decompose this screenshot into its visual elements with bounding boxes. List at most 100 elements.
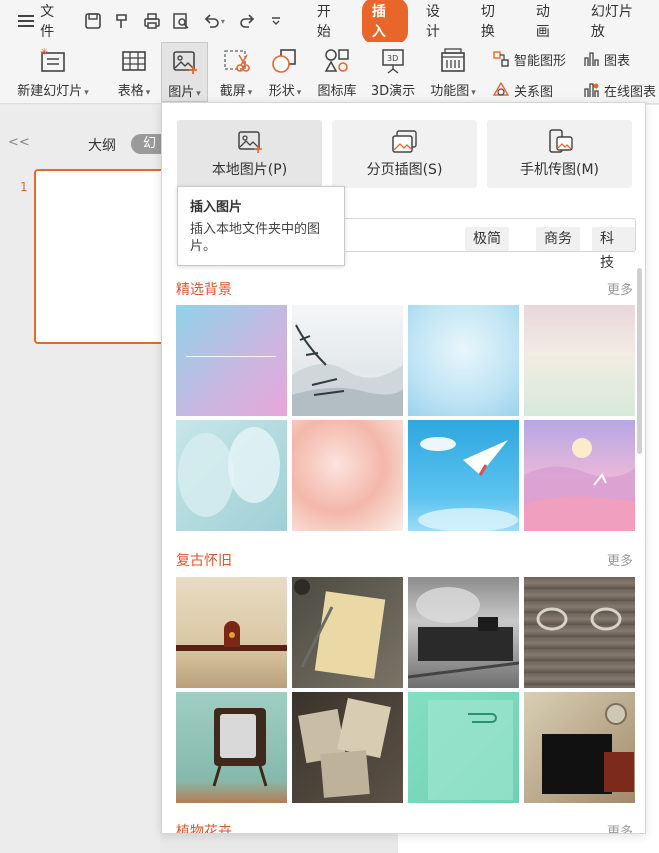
menu-bar: 文件 ▾ 开始 插入 设计 切换 动画 幻灯片放 xyxy=(0,0,659,44)
tab-transitions[interactable]: 切换 xyxy=(467,0,522,42)
slide-pane: << 大纲 幻 1 xyxy=(0,105,174,853)
online-chart-icon xyxy=(582,81,600,99)
picture-thumbnail[interactable] xyxy=(524,420,635,531)
tag-business[interactable]: 商务 xyxy=(536,227,580,251)
table-button[interactable]: 表格 xyxy=(112,42,156,102)
tab-insert[interactable]: 插入 xyxy=(361,0,408,44)
tab-design[interactable]: 设计 xyxy=(412,0,467,42)
picture-icon xyxy=(170,47,200,77)
format-painter-icon[interactable] xyxy=(112,10,133,32)
relation-chart-icon xyxy=(492,81,510,99)
icon-library-button[interactable]: 图标库 xyxy=(313,42,361,102)
customize-dropdown-icon[interactable] xyxy=(266,10,287,32)
tooltip-title: 插入图片 xyxy=(190,200,243,215)
online-chart-label: 在线图表 xyxy=(604,84,657,100)
ribbon-toolbar: ✳ 新建幻灯片 表格 图片 截屏 形状 图标库 3D 3D演 xyxy=(0,42,659,104)
tooltip-description: 插入本地文件夹中的图片。 xyxy=(190,222,321,254)
svg-text:✳: ✳ xyxy=(40,48,48,58)
picture-thumbnail[interactable] xyxy=(408,420,519,531)
local-picture-icon xyxy=(236,129,264,155)
slide-number: 1 xyxy=(20,180,28,194)
table-icon xyxy=(119,46,149,76)
paged-illustration-label: 分页插图(S) xyxy=(366,162,443,178)
shapes-icon xyxy=(270,46,300,76)
picture-label: 图片 xyxy=(168,81,201,100)
3d-presentation-icon: 3D xyxy=(378,46,408,76)
picture-thumbnail[interactable] xyxy=(524,577,635,688)
screenshot-button[interactable]: 截屏 xyxy=(213,42,259,102)
picture-thumbnail[interactable] xyxy=(408,577,519,688)
collapse-pane-icon[interactable]: << xyxy=(8,135,30,150)
shape-label: 形状 xyxy=(269,80,302,99)
function-chart-icon xyxy=(438,46,468,76)
bar-chart-icon xyxy=(582,50,600,68)
file-menu-label: 文件 xyxy=(40,4,55,40)
icon-library-icon xyxy=(322,46,352,76)
chart-label: 图表 xyxy=(604,53,631,69)
paged-illustration-button[interactable]: 分页插图(S) xyxy=(332,120,477,188)
screenshot-label: 截屏 xyxy=(220,80,253,99)
tab-home[interactable]: 开始 xyxy=(303,0,358,42)
picture-thumbnail[interactable] xyxy=(524,305,635,416)
icon-library-label: 图标库 xyxy=(317,84,357,99)
section-title-featured: 精选背景 xyxy=(176,282,232,298)
function-chart-label: 功能图 xyxy=(430,80,476,99)
more-link-plants[interactable]: 更多 xyxy=(607,821,633,833)
picture-thumbnail[interactable] xyxy=(292,305,403,416)
picture-thumbnail[interactable] xyxy=(524,692,635,803)
tab-insert-wrap: 插入 xyxy=(358,0,412,44)
function-chart-button[interactable]: 功能图 xyxy=(426,42,480,102)
tab-slideshow[interactable]: 幻灯片放 xyxy=(577,0,659,42)
redo-icon[interactable] xyxy=(236,10,257,32)
online-chart-button[interactable]: 在线图表 xyxy=(582,79,656,101)
scissors-icon xyxy=(221,46,251,76)
tab-outline[interactable]: 大纲 xyxy=(88,135,116,155)
file-menu[interactable]: 文件 xyxy=(0,0,67,42)
shape-button[interactable]: 形状 xyxy=(263,42,307,102)
picture-thumbnail[interactable] xyxy=(176,420,287,531)
picture-thumbnail[interactable] xyxy=(176,305,287,416)
local-picture-label: 本地图片(P) xyxy=(211,162,288,178)
picture-button[interactable]: 图片 xyxy=(161,42,208,102)
new-slide-button[interactable]: ✳ 新建幻灯片 xyxy=(10,42,96,102)
3d-demo-button[interactable]: 3D 3D演示 xyxy=(367,42,419,102)
section-title-retro: 复古怀旧 xyxy=(176,553,232,569)
new-slide-label: 新建幻灯片 xyxy=(17,80,89,99)
3d-demo-label: 3D演示 xyxy=(370,84,416,99)
tab-animation[interactable]: 动画 xyxy=(522,0,577,42)
picture-thumbnail[interactable] xyxy=(176,577,287,688)
relation-chart-label: 关系图 xyxy=(514,84,554,100)
dropdown-scrollbar[interactable] xyxy=(637,268,642,454)
undo-icon[interactable]: ▾ xyxy=(199,10,228,32)
local-picture-button[interactable]: 本地图片(P) xyxy=(177,120,322,188)
tab-slides[interactable]: 幻 xyxy=(131,134,161,154)
phone-upload-label: 手机传图(M) xyxy=(519,162,599,178)
phone-upload-button[interactable]: 手机传图(M) xyxy=(487,120,632,188)
insert-picture-tooltip: 插入图片 插入本地文件夹中的图片。 xyxy=(177,186,345,266)
table-label: 表格 xyxy=(118,80,151,99)
svg-text:3D: 3D xyxy=(387,54,398,63)
smart-art-icon xyxy=(492,50,510,68)
more-link-retro[interactable]: 更多 xyxy=(607,550,633,569)
tag-technology[interactable]: 科技 xyxy=(592,227,635,271)
slide-thumbnail[interactable] xyxy=(34,169,174,344)
paged-illustration-icon xyxy=(391,129,419,155)
relation-chart-button[interactable]: 关系图 xyxy=(492,79,553,101)
new-slide-icon: ✳ xyxy=(38,46,68,76)
picture-thumbnail[interactable] xyxy=(292,420,403,531)
print-preview-icon[interactable] xyxy=(170,10,191,32)
picture-thumbnail[interactable] xyxy=(408,305,519,416)
hamburger-icon xyxy=(18,15,34,27)
smart-art-button[interactable]: 智能图形 xyxy=(492,48,566,70)
picture-thumbnail[interactable] xyxy=(176,692,287,803)
smart-art-label: 智能图形 xyxy=(514,53,567,69)
chart-button[interactable]: 图表 xyxy=(582,48,630,70)
more-link-featured[interactable]: 更多 xyxy=(607,279,633,298)
picture-thumbnail[interactable] xyxy=(292,577,403,688)
section-title-plants: 植物花卉 xyxy=(176,824,232,834)
save-icon[interactable] xyxy=(83,10,104,32)
print-icon[interactable] xyxy=(141,10,162,32)
picture-thumbnail[interactable] xyxy=(292,692,403,803)
tag-minimal[interactable]: 极简 xyxy=(465,227,509,251)
picture-thumbnail[interactable] xyxy=(408,692,519,803)
